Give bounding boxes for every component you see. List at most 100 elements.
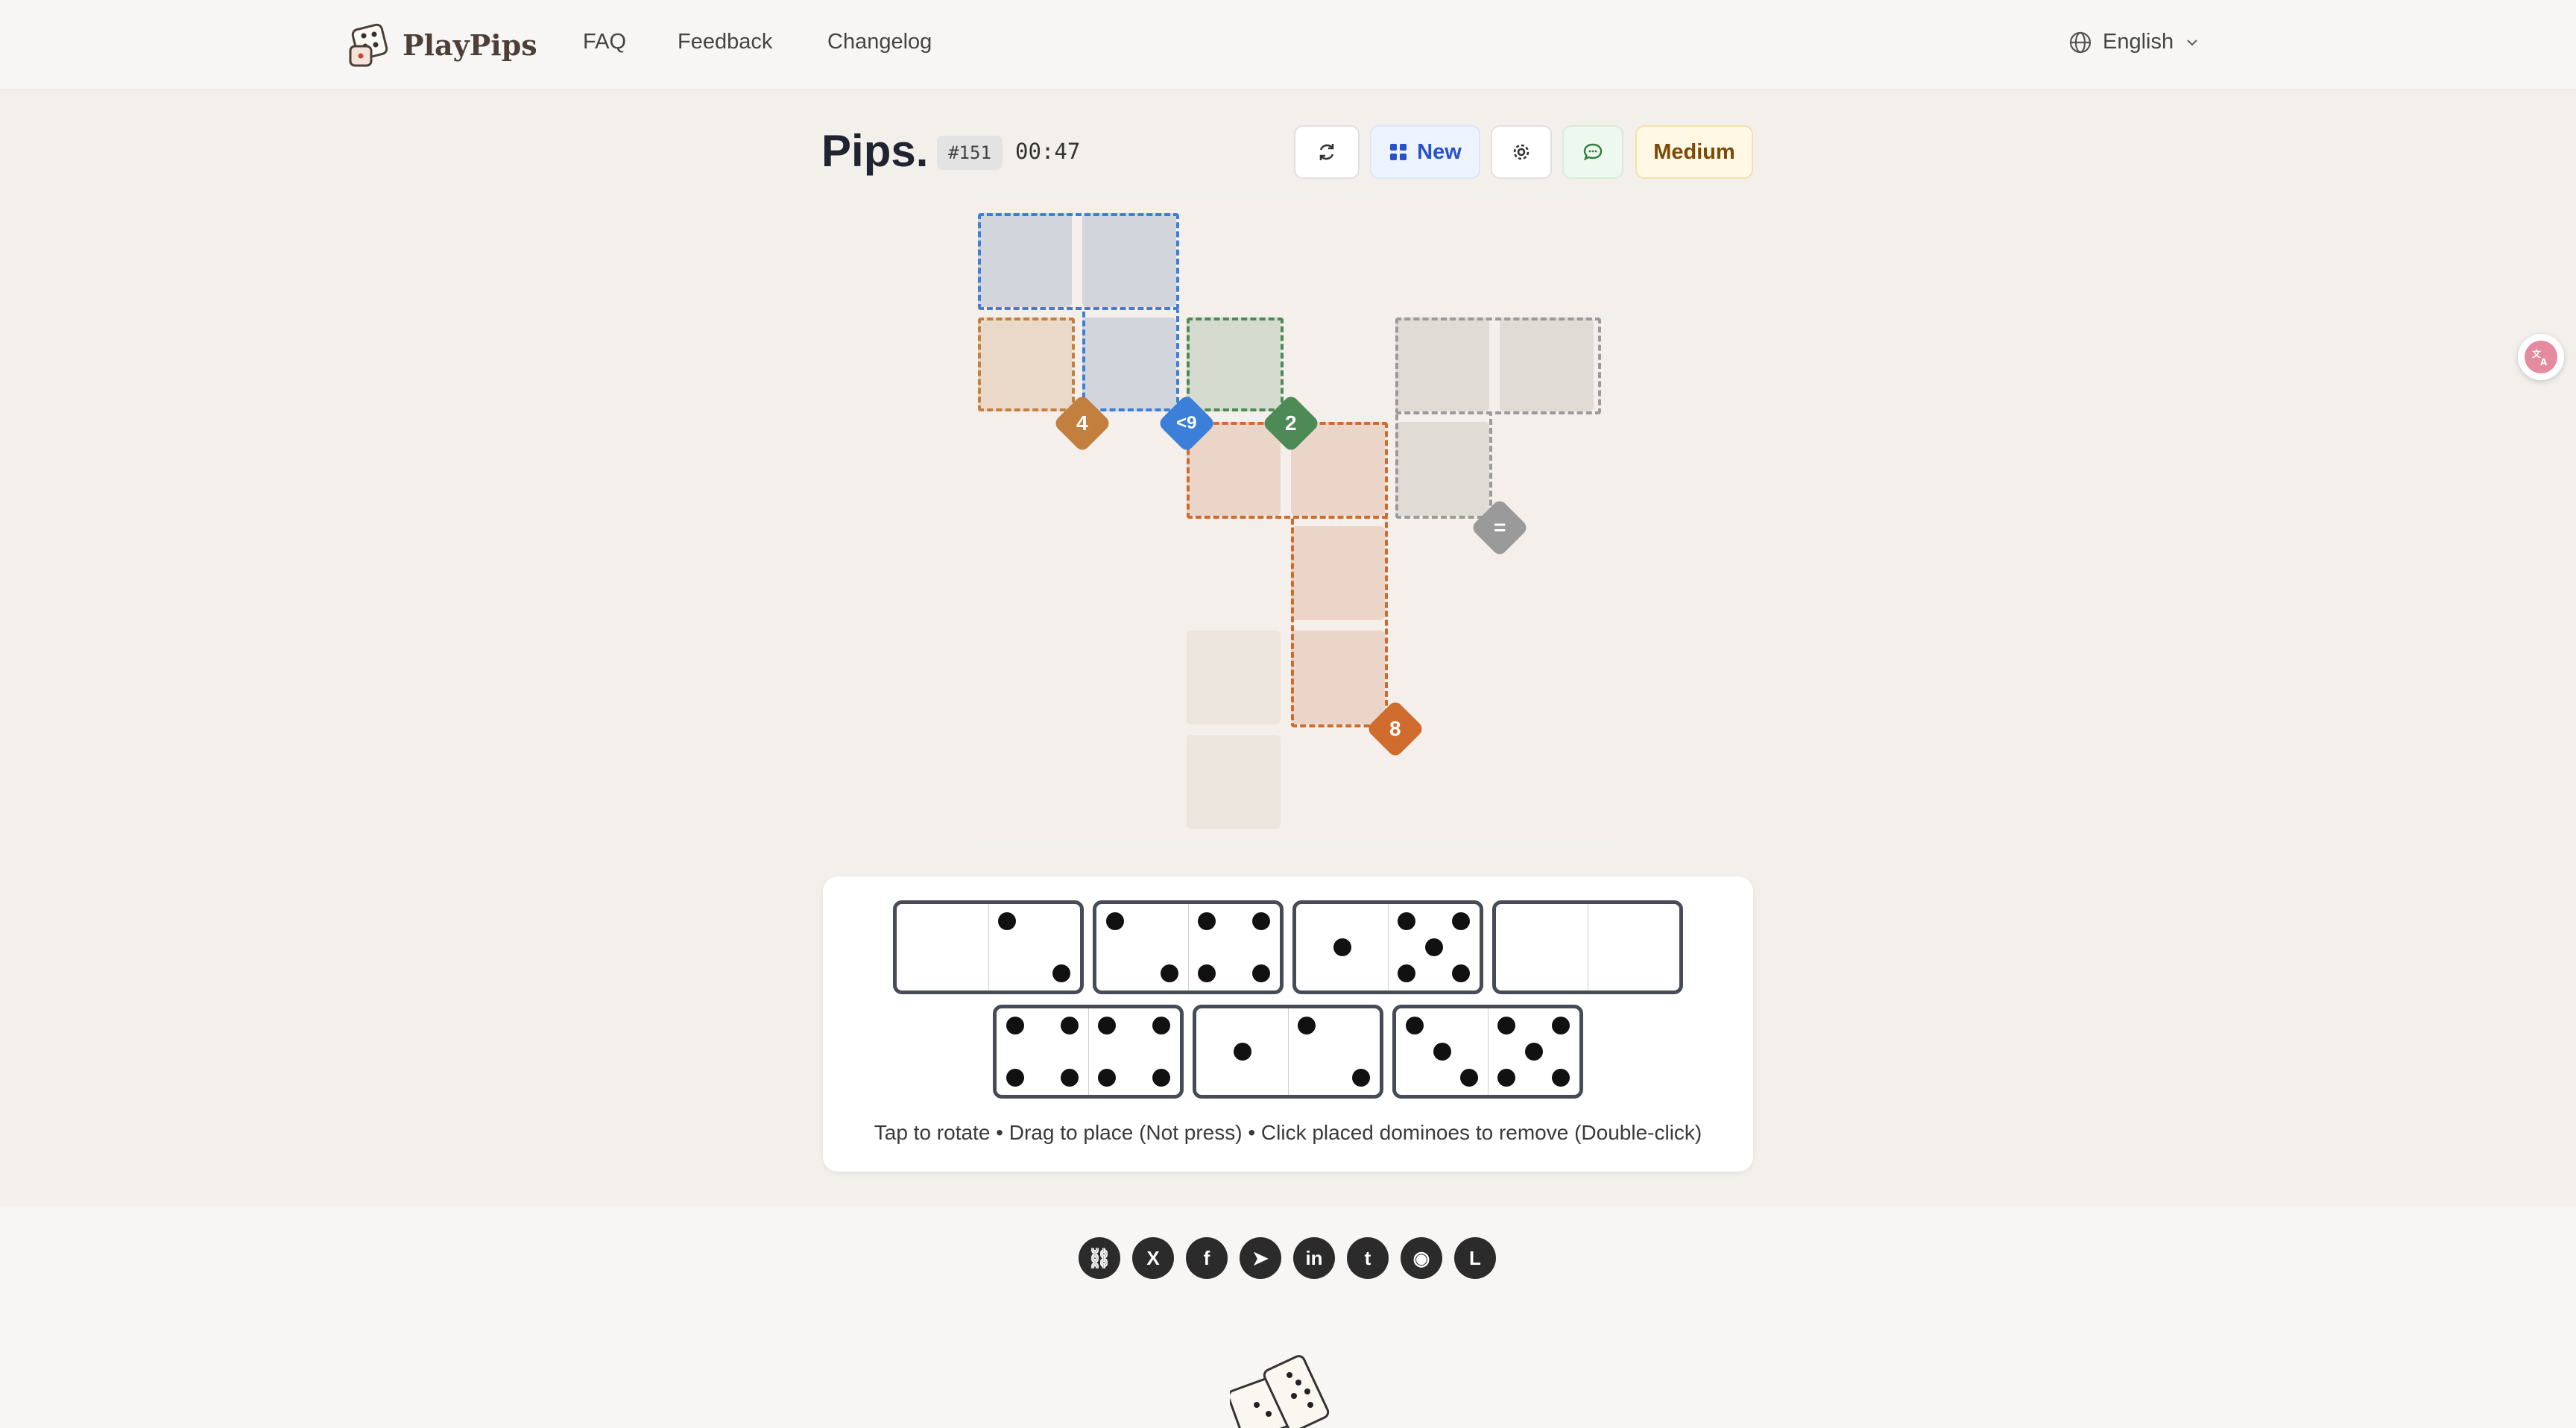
- domino-piece[interactable]: [1492, 900, 1683, 994]
- board-cell[interactable]: [1187, 735, 1281, 829]
- blue-region-outline: [1082, 309, 1179, 411]
- domino-pip: [1097, 1017, 1116, 1035]
- domino-pip: [1006, 1017, 1024, 1035]
- brand-name: PlayPips: [402, 28, 537, 62]
- badge-label: =: [1493, 515, 1506, 539]
- link-share-button[interactable]: ⛓: [1079, 1237, 1120, 1279]
- domino-pip: [1152, 1068, 1171, 1087]
- line-icon: L: [1469, 1246, 1481, 1269]
- domino-pip: [1497, 1068, 1515, 1087]
- domino-pip: [1397, 912, 1415, 931]
- domino-half: [1588, 904, 1679, 991]
- domino-half: [1088, 1008, 1180, 1095]
- domino-piece[interactable]: [893, 900, 1084, 994]
- domino-pip: [1424, 938, 1443, 956]
- domino-pip: [1252, 912, 1271, 931]
- reddit-icon: ◉: [1412, 1246, 1430, 1269]
- domino-pip: [1197, 912, 1216, 931]
- link-icon: ⛓: [1087, 1246, 1112, 1269]
- domino-pip: [1405, 1017, 1424, 1035]
- domino-pip: [1433, 1043, 1451, 1061]
- page-title: Pips.: [821, 126, 929, 176]
- nav-feedback[interactable]: Feedback: [678, 30, 772, 54]
- linkedin-share-button[interactable]: in: [1293, 1237, 1335, 1279]
- telegram-icon: ➤: [1252, 1246, 1269, 1269]
- grid-icon: [1390, 144, 1407, 160]
- chat-button[interactable]: [1562, 125, 1623, 179]
- language-label: English: [2103, 30, 2174, 54]
- facebook-share-button[interactable]: f: [1186, 1237, 1228, 1279]
- domino-pip: [1397, 964, 1415, 982]
- domino-pip: [1061, 1017, 1079, 1035]
- gray-region-outline: [1395, 317, 1601, 414]
- domino-piece[interactable]: [1093, 900, 1284, 994]
- tumblr-icon: t: [1364, 1246, 1371, 1269]
- telegram-share-button[interactable]: ➤: [1240, 1237, 1281, 1279]
- domino-pip: [1233, 1043, 1251, 1061]
- domino-half: [1096, 904, 1189, 991]
- domino-pip: [1052, 964, 1071, 982]
- facebook-icon: f: [1203, 1246, 1210, 1269]
- domino-pip: [997, 912, 1016, 931]
- domino-pip: [1097, 1068, 1116, 1087]
- reddit-share-button[interactable]: ◉: [1401, 1237, 1442, 1279]
- svg-text:A: A: [2540, 357, 2548, 367]
- footer: [0, 1207, 2576, 1428]
- gear-icon: [1513, 144, 1530, 160]
- domino-half: [1488, 1008, 1579, 1095]
- tumblr-share-button[interactable]: t: [1347, 1237, 1389, 1279]
- domino-pip: [1105, 912, 1124, 931]
- domino-pip: [1552, 1017, 1570, 1035]
- reset-button[interactable]: [1294, 125, 1360, 179]
- translate-button[interactable]: 文 A: [2518, 334, 2564, 380]
- dominoes-illustration: [1230, 1355, 1330, 1428]
- new-game-button[interactable]: New: [1370, 125, 1480, 179]
- domino-piece[interactable]: [993, 1005, 1184, 1099]
- linkedin-icon: in: [1305, 1246, 1323, 1269]
- dice-logo-icon: [349, 23, 388, 67]
- domino-pip: [1497, 1017, 1515, 1035]
- domino-pip: [1161, 964, 1179, 982]
- domino-half: [988, 904, 1080, 991]
- brand-logo[interactable]: PlayPips: [344, 19, 537, 70]
- difficulty-button[interactable]: Medium: [1635, 125, 1753, 179]
- domino-half: [1296, 904, 1389, 991]
- blue-region-outline: [978, 213, 1179, 310]
- domino-pip: [1452, 964, 1471, 982]
- chat-bubble-icon: [1583, 143, 1603, 161]
- domino-piece[interactable]: [1193, 1005, 1383, 1099]
- x-icon: X: [1146, 1246, 1160, 1269]
- game-board: 4 <9 2 8 =: [969, 201, 1607, 842]
- domino-piece[interactable]: [1392, 1005, 1583, 1099]
- puzzle-id-badge: #151: [937, 136, 1003, 170]
- domino-pip: [1524, 1043, 1543, 1061]
- domino-pip: [1252, 964, 1271, 982]
- domino-half: [1388, 904, 1480, 991]
- badge-label: 8: [1389, 716, 1401, 740]
- domino-pip: [1460, 1068, 1479, 1087]
- domino-pip: [1152, 1017, 1171, 1035]
- instructions-text: Tap to rotate • Drag to place (Not press…: [874, 1121, 1702, 1144]
- badge-label: 2: [1285, 411, 1297, 435]
- board-cell[interactable]: [1187, 631, 1281, 724]
- line-share-button[interactable]: L: [1454, 1237, 1496, 1279]
- domino-half: [1188, 904, 1280, 991]
- badge-label: 4: [1076, 411, 1088, 435]
- domino-pip: [1006, 1068, 1024, 1087]
- domino-pip: [1552, 1068, 1570, 1087]
- tan-region-outline: [978, 317, 1075, 411]
- domino-half: [1196, 1008, 1289, 1095]
- new-game-label: New: [1417, 139, 1462, 164]
- nav-faq[interactable]: FAQ: [583, 30, 626, 54]
- settings-button[interactable]: [1491, 125, 1552, 179]
- domino-half: [897, 904, 989, 991]
- nav-changelog[interactable]: Changelog: [827, 30, 932, 54]
- language-selector[interactable]: English: [2068, 30, 2200, 54]
- domino-piece[interactable]: [1292, 900, 1483, 994]
- x-share-button[interactable]: X: [1132, 1237, 1174, 1279]
- refresh-icon: [1319, 144, 1334, 160]
- domino-pip: [1452, 912, 1471, 931]
- orange-region-outline: [1291, 516, 1388, 727]
- domino-half: [1396, 1008, 1489, 1095]
- gray-region-outline: [1395, 411, 1492, 519]
